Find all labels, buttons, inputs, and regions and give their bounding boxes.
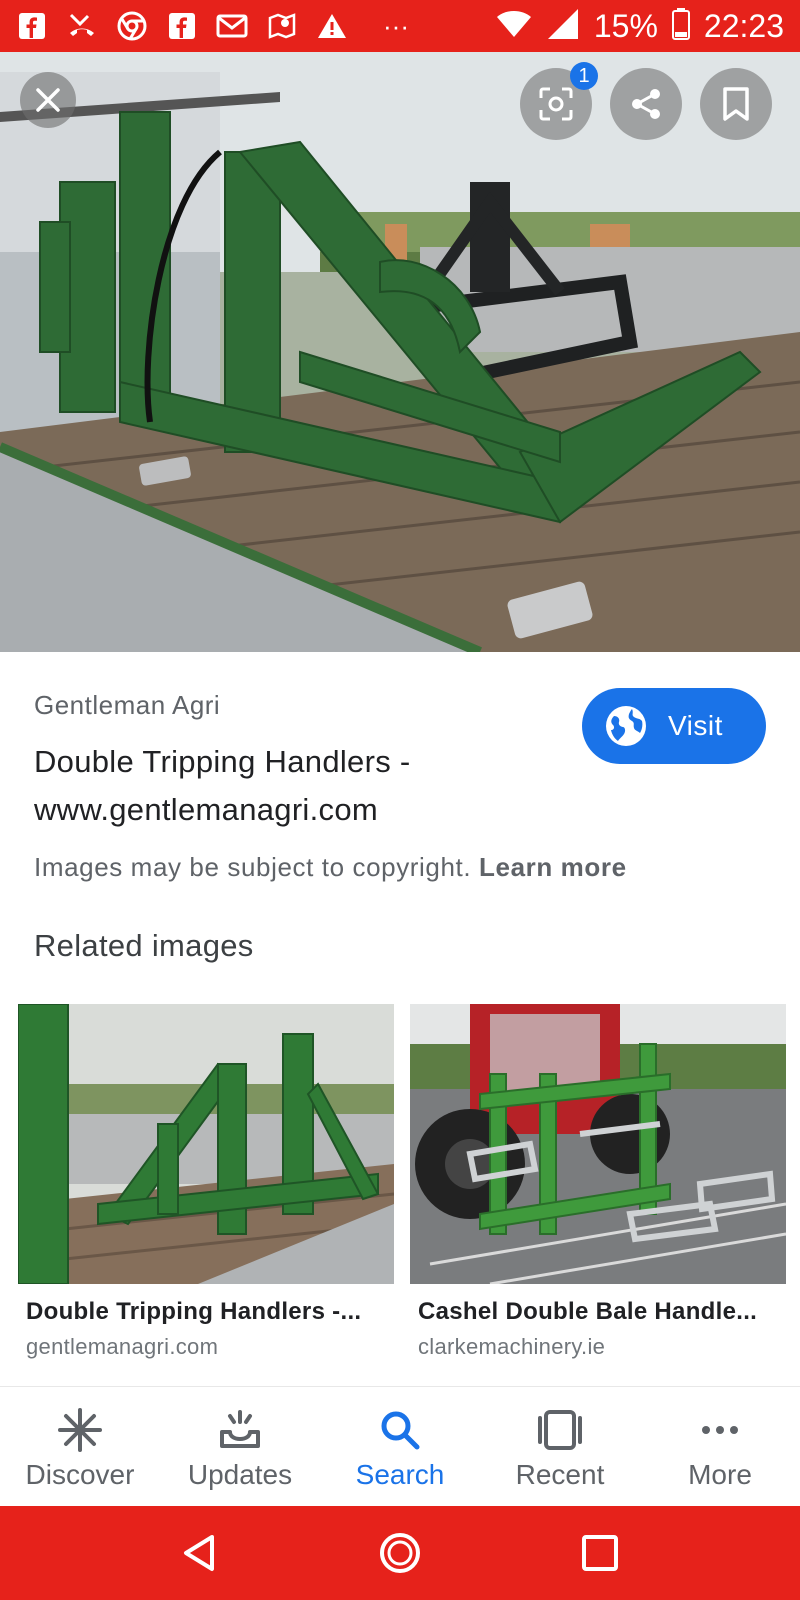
visit-button[interactable]: Visit [582, 688, 766, 764]
recents-button[interactable] [570, 1523, 630, 1583]
copyright-text: Images may be subject to copyright. [34, 852, 472, 882]
gmail-icon [216, 10, 248, 42]
system-status: 15% 22:23 [496, 7, 784, 45]
close-icon [36, 88, 60, 112]
preview-photo [0, 52, 800, 652]
related-images-heading: Related images [34, 928, 254, 963]
back-button[interactable] [170, 1523, 230, 1583]
facebook-icon [16, 10, 48, 42]
wifi-icon [496, 9, 532, 44]
lens-icon [539, 87, 573, 121]
signal-icon [546, 8, 580, 45]
home-circle-icon [380, 1533, 420, 1573]
nav-updates-label: Updates [187, 1459, 293, 1490]
updates-tray-icon [216, 1407, 264, 1453]
share-icon [632, 89, 660, 119]
recents-square-icon [582, 1535, 618, 1571]
globe-icon [606, 706, 646, 746]
result-title-line2: www.gentlemanagri.com [34, 792, 378, 827]
warning-icon [316, 10, 348, 42]
result-title-line1: Double Tripping Handlers - [34, 744, 411, 779]
screen: ··· 15% 22:23 1 Gentleman Agri Double Tr… [0, 0, 800, 1600]
battery-percent: 15% [593, 8, 658, 44]
close-button[interactable] [20, 72, 76, 128]
facebook-icon-2 [166, 10, 198, 42]
recent-tabs-icon [536, 1407, 584, 1453]
bookmark-icon [723, 87, 749, 121]
save-button[interactable] [700, 68, 772, 140]
learn-more-link[interactable]: Learn more [479, 852, 627, 882]
preview-image[interactable]: 1 [0, 52, 800, 652]
copyright-notice: Images may be subject to copyright. Lear… [34, 852, 627, 883]
related-image-2[interactable] [410, 1004, 786, 1284]
lens-button[interactable]: 1 [520, 62, 598, 140]
nav-updates[interactable]: Updates [160, 1387, 320, 1506]
nav-search[interactable]: Search [320, 1387, 480, 1506]
nav-discover[interactable]: Discover [0, 1387, 160, 1506]
notification-icons: ··· [16, 10, 426, 42]
bottom-navigation: Discover Updates Search Recent More [0, 1386, 800, 1506]
related-card-1[interactable]: Double Tripping Handlers -... gentlemana… [18, 1004, 394, 1360]
nav-discover-label: Discover [25, 1459, 135, 1490]
back-triangle-icon [184, 1535, 214, 1571]
nav-recent-label: Recent [515, 1459, 605, 1490]
related-card-2[interactable]: Cashel Double Bale Handle... clarkemachi… [410, 1004, 786, 1360]
related-title-2: Cashel Double Bale Handle... [418, 1298, 758, 1325]
nav-more-label: More [688, 1459, 752, 1490]
related-image-1[interactable] [18, 1004, 394, 1284]
related-photo-2 [410, 1004, 786, 1284]
maps-icon [266, 10, 298, 42]
related-photo-1 [18, 1004, 394, 1284]
related-domain-1: gentlemanagri.com [26, 1334, 219, 1359]
nav-recent[interactable]: Recent [480, 1387, 640, 1506]
status-bar: ··· 15% 22:23 [0, 0, 800, 52]
clock: 22:23 [703, 8, 784, 44]
related-title-1: Double Tripping Handlers -... [26, 1298, 362, 1325]
lens-badge: 1 [570, 62, 598, 90]
battery-icon [671, 7, 690, 45]
nav-search-label: Search [355, 1459, 445, 1490]
share-button[interactable] [610, 68, 682, 140]
missed-call-icon [66, 10, 98, 42]
search-icon [376, 1407, 424, 1453]
nav-more[interactable]: More [640, 1387, 800, 1506]
system-navigation-bar [0, 1506, 800, 1600]
home-button[interactable] [370, 1523, 430, 1583]
overflow-dots: ··· [383, 10, 409, 41]
result-title[interactable]: Double Tripping Handlers - www.gentleman… [34, 738, 554, 834]
source-name[interactable]: Gentleman Agri [34, 690, 220, 721]
asterisk-icon [56, 1407, 104, 1453]
related-domain-2: clarkemachinery.ie [418, 1334, 606, 1359]
more-dots-icon [696, 1407, 744, 1453]
chrome-icon [116, 10, 148, 42]
visit-label: Visit [668, 710, 723, 741]
